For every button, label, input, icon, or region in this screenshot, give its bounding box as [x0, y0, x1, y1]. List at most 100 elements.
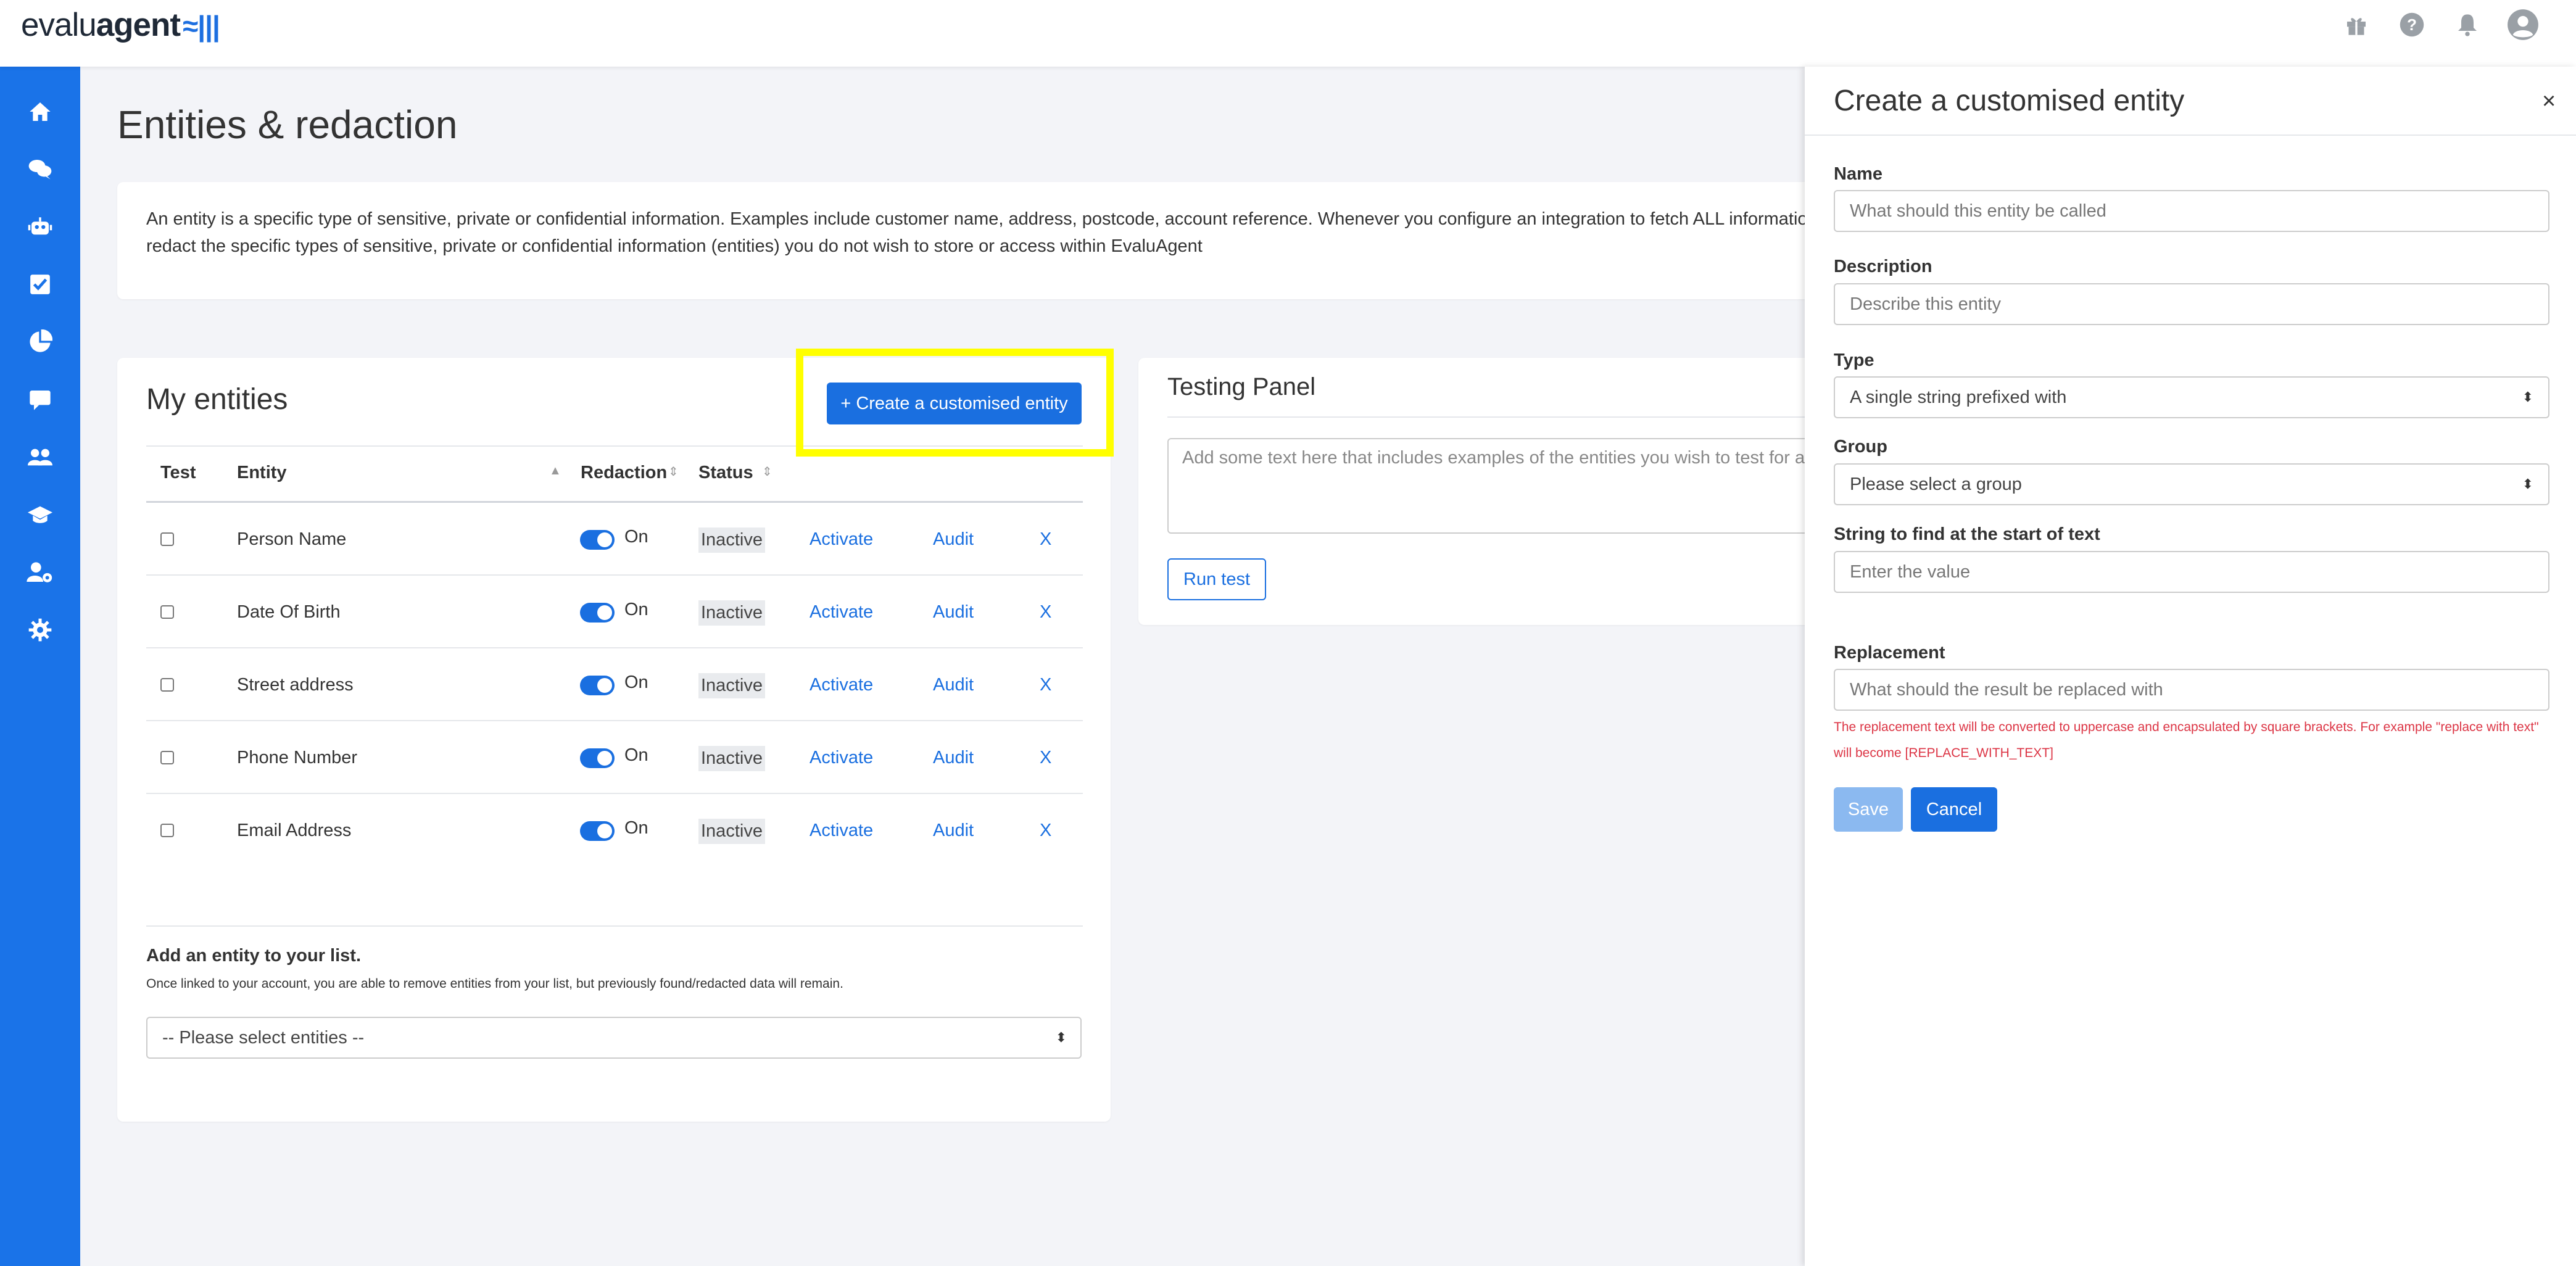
top-bar: evaluagent≈||| ?: [0, 0, 2576, 67]
entity-select-value: -- Please select entities --: [162, 1027, 365, 1048]
users-icon[interactable]: [23, 440, 57, 474]
header-entity[interactable]: Entity: [237, 463, 287, 483]
page-title: Entities & redaction: [117, 102, 458, 147]
test-checkbox[interactable]: [160, 824, 174, 837]
type-select[interactable]: A single string prefixed with ⬍: [1834, 376, 2549, 418]
sidebar: [0, 67, 80, 1266]
replacement-label: Replacement: [1834, 643, 1945, 663]
toggle-label: On: [624, 600, 648, 619]
remove-entity-link[interactable]: X: [1040, 821, 1051, 841]
message-icon[interactable]: [23, 383, 57, 417]
sort-icon[interactable]: ⇕: [668, 464, 679, 479]
header-status[interactable]: Status: [698, 463, 753, 483]
audit-link[interactable]: Audit: [933, 529, 974, 550]
divider: [146, 925, 1083, 927]
divider: [1805, 134, 2576, 136]
audit-link[interactable]: Audit: [933, 748, 974, 768]
remove-entity-link[interactable]: X: [1040, 529, 1051, 550]
test-checkbox[interactable]: [160, 605, 174, 619]
status-badge: Inactive: [698, 673, 765, 698]
gift-icon[interactable]: [2340, 9, 2372, 41]
home-icon[interactable]: [23, 94, 57, 129]
intro-card: An entity is a specific type of sensitiv…: [117, 182, 1833, 299]
audit-link[interactable]: Audit: [933, 675, 974, 695]
activate-link[interactable]: Activate: [810, 821, 873, 841]
remove-entity-link[interactable]: X: [1040, 602, 1051, 623]
save-button[interactable]: Save: [1834, 787, 1903, 832]
test-checkbox[interactable]: [160, 678, 174, 692]
entity-name: Person Name: [237, 529, 347, 549]
topbar-actions: ?: [2340, 9, 2539, 41]
bell-icon[interactable]: [2451, 9, 2483, 41]
robot-icon[interactable]: [23, 210, 57, 244]
entity-name: Phone Number: [237, 748, 358, 767]
redaction-toggle[interactable]: [580, 603, 615, 623]
user-avatar-icon[interactable]: [2507, 9, 2539, 41]
redaction-toggle[interactable]: [580, 676, 615, 695]
select-arrows-icon: ⬍: [2522, 389, 2533, 405]
string-label: String to find at the start of text: [1834, 524, 2100, 544]
remove-entity-link[interactable]: X: [1040, 675, 1051, 695]
help-icon[interactable]: ?: [2396, 9, 2428, 41]
add-entity-title: Add an entity to your list.: [146, 946, 362, 966]
checklist-icon[interactable]: [23, 267, 57, 302]
close-icon[interactable]: ×: [2542, 88, 2556, 115]
name-label: Name: [1834, 164, 1882, 184]
evaluagent-logo[interactable]: evaluagent≈|||: [21, 6, 220, 44]
highlight-box: [796, 349, 1114, 457]
activate-link[interactable]: Activate: [810, 675, 873, 695]
graduation-icon[interactable]: [23, 497, 57, 532]
entity-select[interactable]: -- Please select entities -- ⬍: [146, 1017, 1082, 1059]
logo-text-bold: agent: [96, 7, 181, 43]
table-row: Email Address On Inactive Activate Audit…: [117, 794, 1111, 867]
description-input[interactable]: Describe this entity: [1834, 283, 2549, 325]
user-settings-icon[interactable]: [23, 555, 57, 590]
table-row: Person Name On Inactive Activate Audit X: [117, 503, 1111, 576]
name-input[interactable]: What should this entity be called: [1834, 190, 2549, 232]
add-entity-description: Once linked to your account, you are abl…: [146, 977, 843, 991]
logo-mark: ≈|||: [183, 10, 220, 42]
intro-text: An entity is a specific type of sensitiv…: [146, 209, 1818, 256]
audit-link[interactable]: Audit: [933, 602, 974, 623]
activate-link[interactable]: Activate: [810, 529, 873, 550]
select-arrows-icon: ⬍: [2522, 476, 2533, 492]
group-select-value: Please select a group: [1850, 474, 2022, 494]
svg-text:?: ?: [2407, 15, 2417, 34]
header-redaction[interactable]: Redaction: [581, 463, 667, 483]
table-row: Phone Number On Inactive Activate Audit …: [117, 721, 1111, 794]
status-badge: Inactive: [698, 746, 765, 771]
replacement-input[interactable]: What should the result be replaced with: [1834, 669, 2549, 711]
status-badge: Inactive: [698, 528, 765, 553]
entity-name: Email Address: [237, 821, 352, 840]
test-checkbox[interactable]: [160, 532, 174, 546]
redaction-toggle[interactable]: [580, 821, 615, 841]
entity-name: Street address: [237, 675, 354, 695]
test-checkbox[interactable]: [160, 751, 174, 764]
chat-icon[interactable]: [23, 152, 57, 186]
remove-entity-link[interactable]: X: [1040, 748, 1051, 768]
cancel-button[interactable]: Cancel: [1911, 787, 1997, 832]
description-label: Description: [1834, 257, 1932, 276]
toggle-label: On: [624, 527, 648, 547]
toggle-label: On: [624, 672, 648, 692]
gear-icon[interactable]: [23, 613, 57, 647]
redaction-toggle[interactable]: [580, 748, 615, 768]
group-label: Group: [1834, 437, 1887, 457]
run-test-button[interactable]: Run test: [1167, 558, 1266, 600]
test-text-area[interactable]: Add some text here that includes example…: [1167, 438, 1846, 534]
sort-icon[interactable]: ⇕: [762, 464, 772, 479]
header-test: Test: [160, 463, 196, 482]
divider: [1167, 416, 1846, 418]
audit-link[interactable]: Audit: [933, 821, 974, 841]
activate-link[interactable]: Activate: [810, 602, 873, 623]
string-input[interactable]: Enter the value: [1834, 551, 2549, 593]
entity-name: Date Of Birth: [237, 602, 341, 622]
type-select-value: A single string prefixed with: [1850, 387, 2067, 407]
redaction-toggle[interactable]: [580, 530, 615, 550]
activate-link[interactable]: Activate: [810, 748, 873, 768]
my-entities-card: My entities + Create a customised entity…: [117, 358, 1111, 1122]
toggle-label: On: [624, 818, 648, 838]
pie-chart-icon[interactable]: [23, 325, 57, 359]
group-select[interactable]: Please select a group ⬍: [1834, 463, 2549, 505]
sort-icon[interactable]: ▲: [549, 464, 561, 478]
